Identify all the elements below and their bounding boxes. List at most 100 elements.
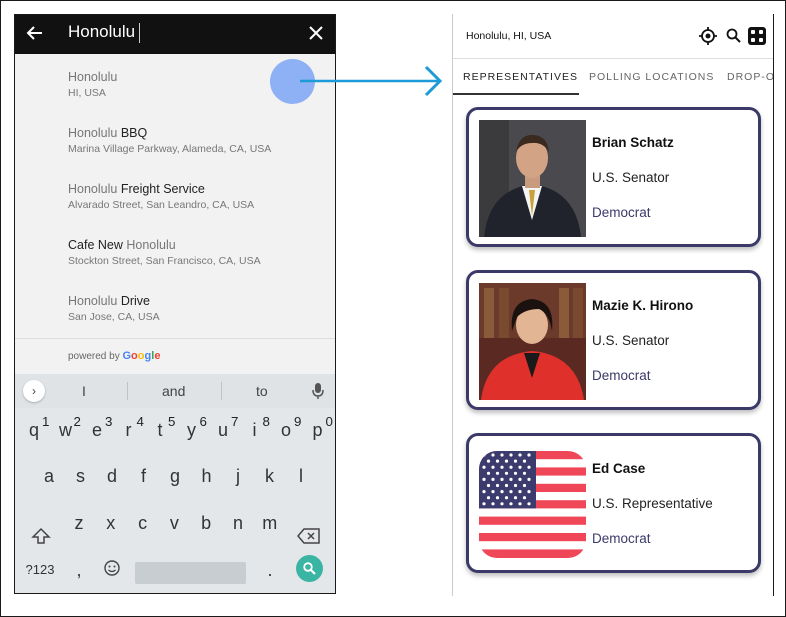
suggestion-item[interactable]: Honolulu Freight Service Alvarado Street… bbox=[15, 166, 335, 222]
representatives-screen: Honolulu, HI, USA REPRESENTATIVES POLLIN… bbox=[452, 14, 774, 596]
key-f[interactable]: f bbox=[132, 466, 156, 487]
backspace-icon[interactable] bbox=[297, 527, 321, 545]
flag-star bbox=[504, 471, 509, 475]
comma-key[interactable]: , bbox=[67, 560, 91, 581]
representative-name: Ed Case bbox=[592, 461, 646, 476]
key-g[interactable]: g bbox=[163, 466, 187, 487]
period-key[interactable]: . bbox=[258, 560, 282, 581]
flag-star bbox=[522, 483, 527, 488]
representative-card[interactable]: Brian Schatz U.S. Senator Democrat bbox=[466, 107, 761, 247]
space-bar[interactable] bbox=[135, 562, 246, 584]
key-v[interactable]: v bbox=[162, 513, 186, 534]
flag-star bbox=[491, 465, 495, 469]
my-location-icon[interactable] bbox=[698, 26, 718, 46]
apps-grid-icon[interactable] bbox=[747, 26, 767, 46]
key-d[interactable]: d bbox=[100, 466, 124, 487]
flag-star bbox=[495, 496, 500, 500]
key-hint: 7 bbox=[231, 414, 239, 429]
suggestion-address: HI, USA bbox=[68, 87, 106, 99]
shift-icon[interactable] bbox=[31, 526, 51, 546]
search-screen: Honolulu Honolulu HI, USA Honolulu BBQ M… bbox=[14, 14, 336, 594]
suggestion-address: Alvarado Street, San Leandro, CA, USA bbox=[68, 199, 255, 211]
search-input[interactable]: Honolulu bbox=[68, 22, 141, 43]
flag-star bbox=[527, 477, 531, 481]
representative-card[interactable]: Ed Case U.S. Representative Democrat bbox=[466, 433, 761, 573]
key-hint: 0 bbox=[325, 414, 333, 429]
flag-star bbox=[518, 453, 522, 457]
flag-star bbox=[522, 496, 527, 500]
representative-name: Brian Schatz bbox=[592, 135, 674, 150]
tab-representatives[interactable]: REPRESENTATIVES bbox=[463, 71, 578, 83]
flag-star bbox=[513, 471, 518, 475]
back-arrow-icon[interactable] bbox=[25, 23, 45, 43]
keyboard-suggestion-strip: › I and to bbox=[15, 374, 335, 408]
tab-polling-locations[interactable]: POLLING LOCATIONS bbox=[589, 71, 714, 83]
flag-star bbox=[518, 465, 522, 469]
flag-star bbox=[500, 502, 504, 506]
key-j[interactable]: j bbox=[226, 466, 250, 487]
representative-photo bbox=[479, 120, 586, 237]
flag-star bbox=[527, 453, 531, 457]
tab-drop-off[interactable]: DROP-OFF bbox=[727, 71, 773, 83]
representative-party: Democrat bbox=[592, 368, 651, 383]
google-logo: Google bbox=[122, 350, 161, 362]
us-flag-icon bbox=[479, 451, 586, 558]
key-x[interactable]: x bbox=[99, 513, 123, 534]
key-hint: 8 bbox=[262, 414, 270, 429]
flag-star bbox=[486, 459, 491, 463]
representative-card[interactable]: Mazie K. Hirono U.S. Senator Democrat bbox=[466, 270, 761, 410]
emoji-icon[interactable] bbox=[103, 559, 121, 577]
search-enter-button[interactable] bbox=[296, 555, 323, 582]
flag-star bbox=[522, 471, 527, 475]
suggestion-address: San Jose, CA, USA bbox=[68, 311, 160, 323]
search-bar: Honolulu bbox=[15, 15, 335, 54]
flag-star bbox=[495, 483, 500, 488]
flag-star bbox=[504, 483, 509, 488]
flag-star bbox=[527, 502, 531, 506]
flag-star bbox=[482, 502, 486, 506]
key-c[interactable]: c bbox=[131, 513, 155, 534]
flag-star bbox=[509, 490, 513, 494]
suggestion-item[interactable]: Honolulu Drive San Jose, CA, USA bbox=[15, 278, 335, 334]
representative-name: Mazie K. Hirono bbox=[592, 298, 694, 313]
symbols-key[interactable]: ?123 bbox=[23, 562, 57, 577]
key-k[interactable]: k bbox=[258, 466, 282, 487]
flag-star bbox=[495, 459, 500, 463]
representative-photo bbox=[479, 283, 586, 400]
keyboard-suggestion[interactable]: and bbox=[162, 383, 185, 399]
key-z[interactable]: z bbox=[67, 513, 91, 534]
key-l[interactable]: l bbox=[289, 466, 313, 487]
search-icon[interactable] bbox=[724, 26, 744, 46]
suggestion-item[interactable]: Cafe New Honolulu Stockton Street, San F… bbox=[15, 222, 335, 278]
key-s[interactable]: s bbox=[69, 466, 93, 487]
representative-office: U.S. Senator bbox=[592, 170, 670, 185]
flag-star bbox=[491, 502, 495, 506]
suggestion-title: Honolulu BBQ bbox=[68, 126, 148, 140]
key-h[interactable]: h bbox=[195, 466, 219, 487]
powered-by-label: powered by bbox=[68, 351, 120, 362]
key-a[interactable]: a bbox=[37, 466, 61, 487]
key-b[interactable]: b bbox=[194, 513, 218, 534]
key-m[interactable]: m bbox=[258, 513, 282, 534]
suggestion-title: Honolulu Drive bbox=[68, 294, 150, 308]
close-icon[interactable] bbox=[307, 24, 325, 42]
keyboard-suggestion[interactable]: I bbox=[82, 383, 86, 399]
flag-star bbox=[500, 465, 504, 469]
keyboard-suggestion[interactable]: to bbox=[256, 383, 268, 399]
flag-star bbox=[527, 465, 531, 469]
suggestion-item[interactable]: Honolulu BBQ Marina Village Parkway, Ala… bbox=[15, 110, 335, 166]
key-hint: 4 bbox=[136, 414, 144, 429]
divider bbox=[127, 382, 128, 400]
representative-office: U.S. Representative bbox=[592, 496, 713, 511]
suggestion-item[interactable]: Honolulu HI, USA bbox=[15, 54, 335, 110]
suggestion-title: Honolulu bbox=[68, 70, 118, 84]
microphone-icon[interactable] bbox=[311, 382, 325, 400]
key-n[interactable]: n bbox=[226, 513, 250, 534]
suggestion-list: Honolulu HI, USA Honolulu BBQ Marina Vil… bbox=[15, 54, 335, 334]
chevron-right-icon[interactable]: › bbox=[23, 380, 45, 402]
flag-star bbox=[513, 496, 518, 500]
flag-star bbox=[509, 465, 513, 469]
key-hint: 3 bbox=[105, 414, 113, 429]
representative-party: Democrat bbox=[592, 531, 651, 546]
app-header: Honolulu, HI, USA bbox=[453, 14, 773, 59]
